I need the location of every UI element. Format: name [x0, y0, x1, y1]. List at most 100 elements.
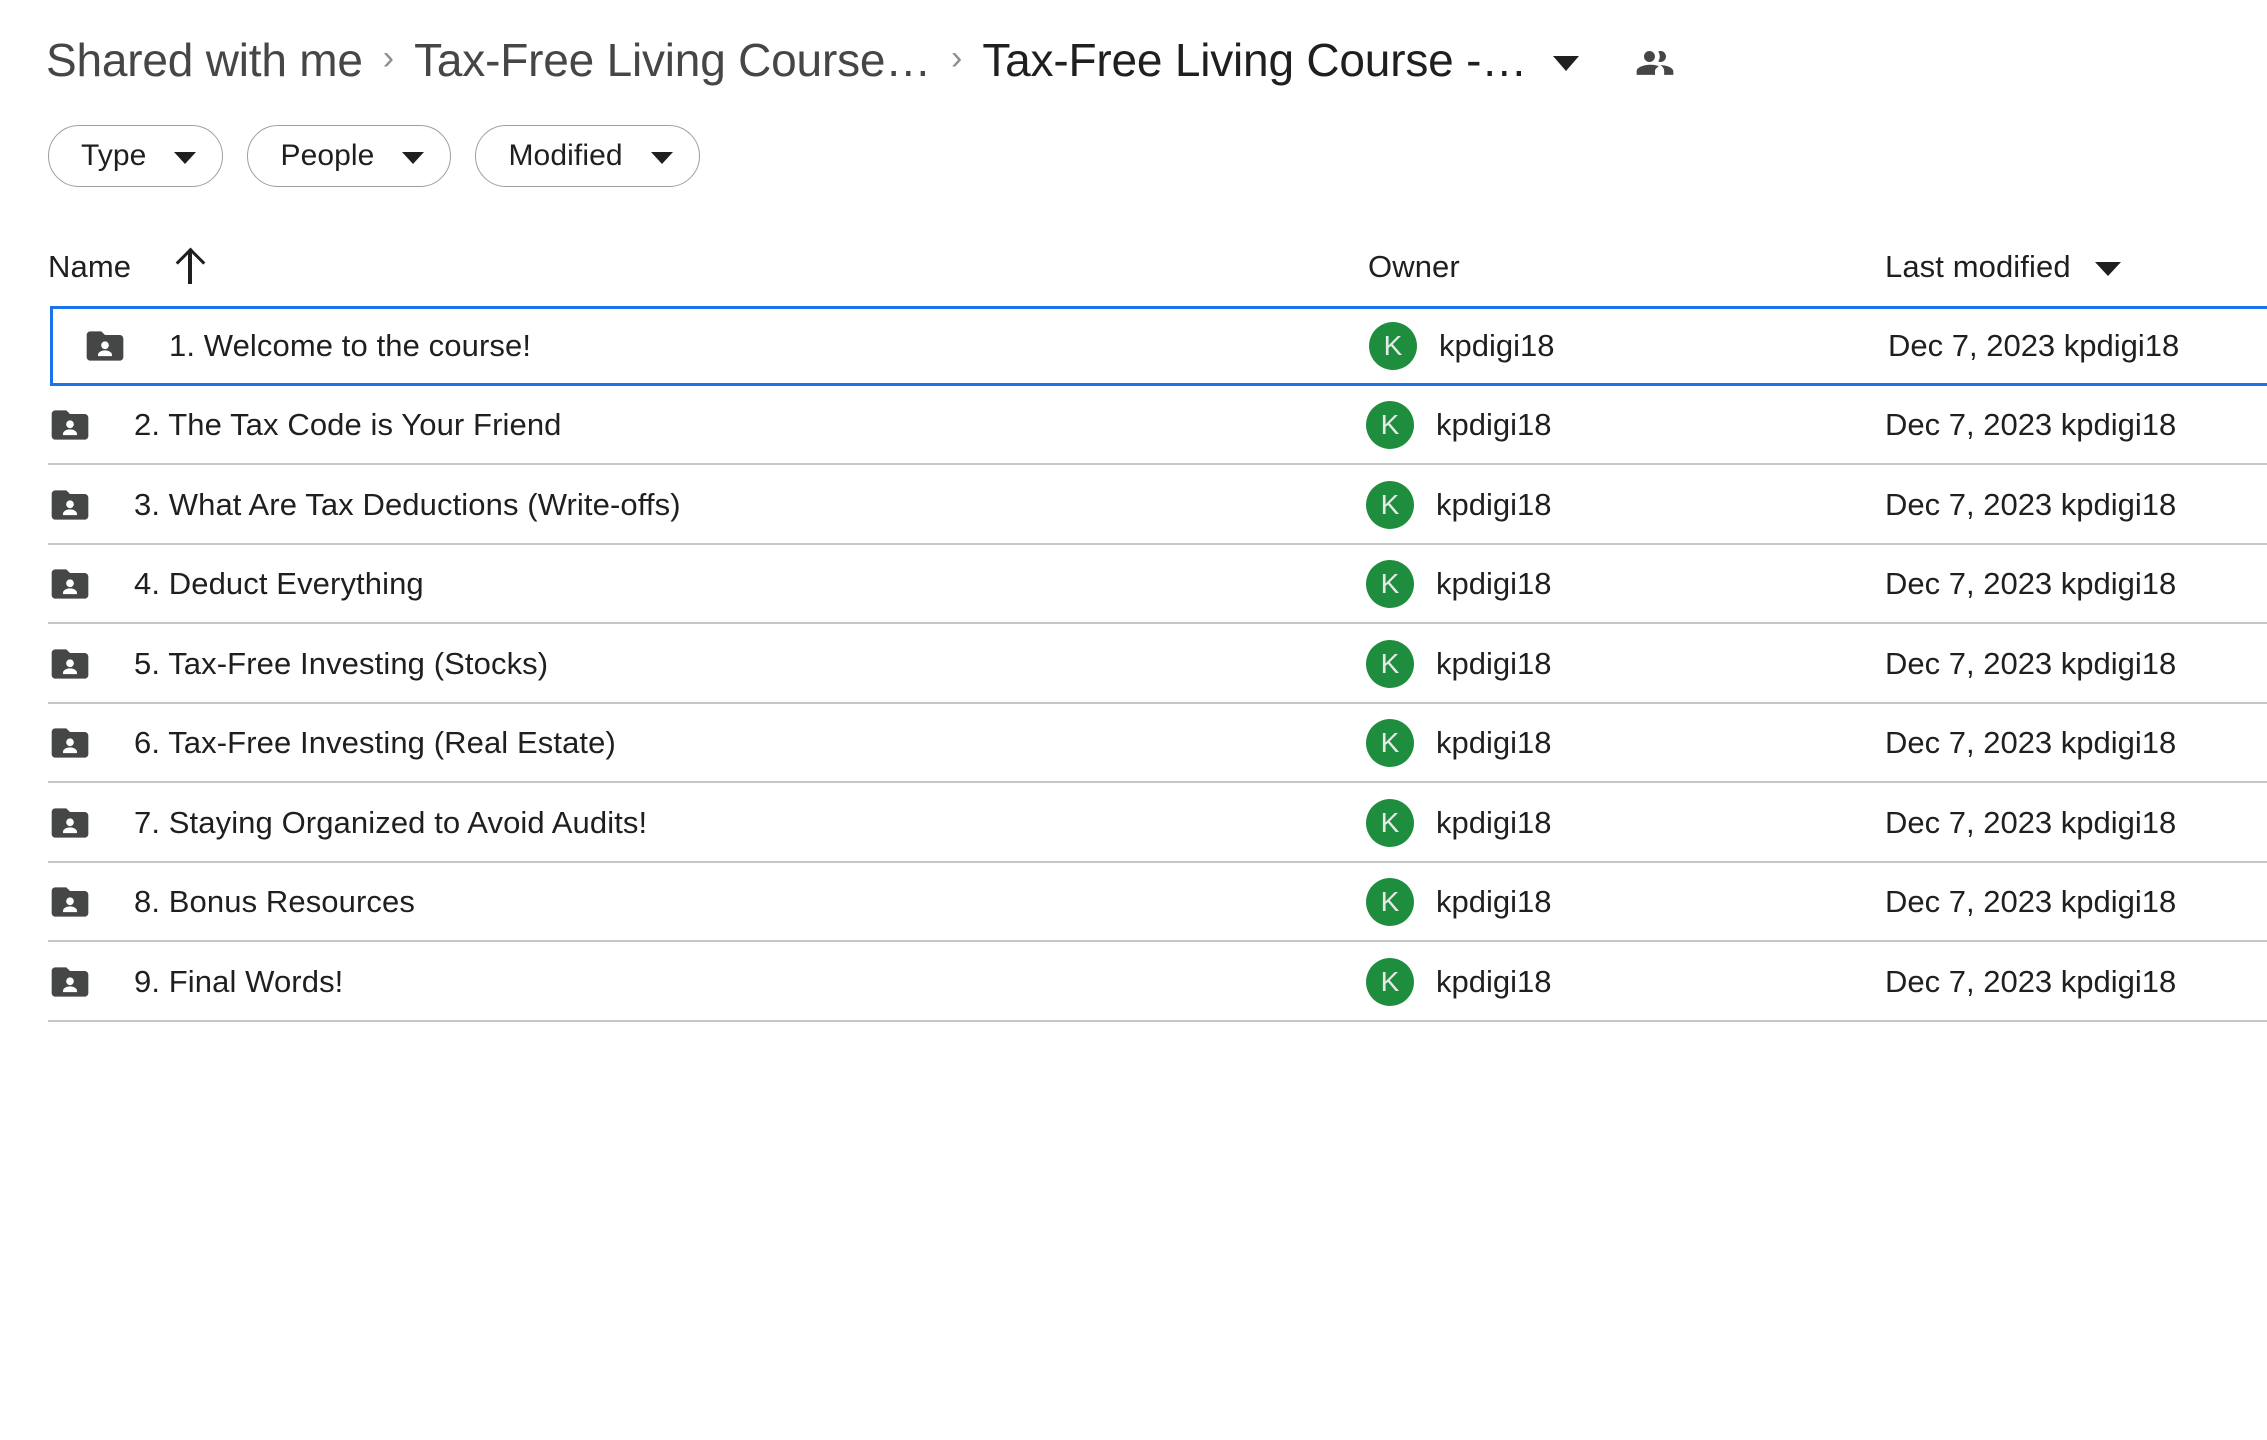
filter-chip-type-label: Type [81, 139, 147, 172]
row-cell-last-modified: Dec 7, 2023 kpdigi18 [1885, 725, 2177, 761]
row-cell-owner: K kpdigi18 [1366, 704, 1551, 784]
breadcrumb-item-current-folder[interactable]: Tax-Free Living Course -… [982, 35, 1527, 86]
row-file-name: 9. Final Words! [134, 963, 344, 999]
row-cell-name: 9. Final Words! [48, 942, 343, 1022]
avatar: K [1366, 957, 1414, 1006]
row-cell-last-modified: Dec 7, 2023 kpdigi18 [1885, 884, 2177, 920]
filter-chip-bar: Type People Modified [0, 110, 2267, 202]
row-owner-name: kpdigi18 [1436, 804, 1552, 840]
shared-folder-icon [86, 331, 124, 361]
column-header-owner[interactable]: Owner [1368, 249, 1460, 285]
breadcrumb-separator: › [382, 38, 395, 77]
file-list-table: Name Owner Last modified 1. Welcome to t… [0, 228, 2267, 1022]
row-cell-name: 4. Deduct Everything [48, 545, 424, 625]
filter-chip-modified[interactable]: Modified [475, 125, 700, 187]
row-cell-owner: K kpdigi18 [1366, 624, 1551, 704]
row-cell-last-modified: Dec 7, 2023 kpdigi18 [1885, 566, 2177, 602]
row-cell-name: 7. Staying Organized to Avoid Audits! [48, 783, 647, 863]
row-owner-name: kpdigi18 [1436, 963, 1552, 999]
row-file-name: 5. Tax-Free Investing (Stocks) [134, 645, 549, 681]
row-cell-last-modified: Dec 7, 2023 kpdigi18 [1885, 645, 2177, 681]
table-row[interactable]: 4. Deduct Everything K kpdigi18 Dec 7, 2… [0, 545, 2267, 625]
column-header-name[interactable]: Name [48, 249, 205, 285]
avatar: K [1366, 401, 1414, 450]
table-row[interactable]: 6. Tax-Free Investing (Real Estate) K kp… [0, 704, 2267, 784]
row-cell-name: 1. Welcome to the course! [83, 309, 531, 383]
row-cell-owner: K kpdigi18 [1366, 465, 1551, 545]
avatar: K [1366, 560, 1414, 609]
filter-chip-people-label: People [280, 139, 375, 172]
row-cell-last-modified: Dec 7, 2023 kpdigi18 [1885, 486, 2177, 522]
row-cell-owner: K kpdigi18 [1366, 386, 1551, 466]
table-row[interactable]: 3. What Are Tax Deductions (Write-offs) … [0, 465, 2267, 545]
table-row[interactable]: 8. Bonus Resources K kpdigi18 Dec 7, 202… [0, 863, 2267, 943]
breadcrumb: Shared with me › Tax-Free Living Course…… [0, 0, 2267, 120]
row-owner-name: kpdigi18 [1436, 884, 1552, 920]
chevron-down-icon[interactable] [1553, 55, 1579, 71]
arrow-up-icon[interactable] [175, 250, 205, 284]
row-cell-last-modified: Dec 7, 2023 kpdigi18 [1885, 963, 2177, 999]
row-cell-name: 8. Bonus Resources [48, 863, 415, 943]
row-cell-last-modified: Dec 7, 2023 kpdigi18 [1888, 327, 2180, 363]
people-shared-icon[interactable] [1631, 38, 1679, 86]
row-cell-owner: K kpdigi18 [1366, 942, 1551, 1022]
file-list-rows: 1. Welcome to the course! K kpdigi18 Dec… [0, 306, 2267, 1022]
row-divider [48, 1019, 2267, 1022]
row-cell-owner: K kpdigi18 [1366, 863, 1551, 943]
shared-folder-icon [51, 490, 89, 520]
row-file-name: 4. Deduct Everything [134, 566, 424, 602]
row-file-name: 7. Staying Organized to Avoid Audits! [134, 804, 648, 840]
column-header-name-label: Name [48, 249, 132, 284]
shared-folder-icon [51, 410, 89, 440]
table-row[interactable]: 2. The Tax Code is Your Friend K kpdigi1… [0, 386, 2267, 466]
triangle-down-icon[interactable] [2094, 262, 2121, 276]
row-file-name: 1. Welcome to the course! [169, 327, 532, 363]
row-owner-name: kpdigi18 [1439, 327, 1555, 363]
row-file-name: 8. Bonus Resources [134, 884, 415, 920]
row-cell-name: 3. What Are Tax Deductions (Write-offs) [48, 465, 681, 545]
row-owner-name: kpdigi18 [1436, 486, 1552, 522]
row-file-name: 2. The Tax Code is Your Friend [134, 407, 562, 443]
row-cell-owner: K kpdigi18 [1366, 783, 1551, 863]
row-cell-name: 2. The Tax Code is Your Friend [48, 386, 562, 466]
row-file-name: 6. Tax-Free Investing (Real Estate) [134, 725, 616, 761]
shared-folder-icon [51, 967, 89, 997]
row-owner-name: kpdigi18 [1436, 725, 1552, 761]
avatar: K [1366, 878, 1414, 927]
table-header-row: Name Owner Last modified [0, 228, 2267, 306]
row-cell-owner: K kpdigi18 [1366, 545, 1551, 625]
breadcrumb-separator: › [951, 38, 963, 77]
table-row[interactable]: 7. Staying Organized to Avoid Audits! K … [0, 783, 2267, 863]
row-owner-name: kpdigi18 [1436, 566, 1552, 602]
column-header-owner-label: Owner [1368, 249, 1460, 284]
drive-file-browser: Shared with me › Tax-Free Living Course…… [0, 0, 2267, 1440]
avatar: K [1366, 480, 1414, 529]
shared-folder-icon [51, 728, 89, 758]
filter-chip-modified-label: Modified [508, 139, 623, 172]
row-cell-name: 5. Tax-Free Investing (Stocks) [48, 624, 548, 704]
avatar: K [1366, 719, 1414, 768]
filter-chip-people[interactable]: People [247, 125, 452, 187]
chevron-down-icon [402, 151, 425, 164]
chevron-down-icon [650, 151, 673, 164]
table-row[interactable]: 1. Welcome to the course! K kpdigi18 Dec… [50, 306, 2267, 386]
row-cell-owner: K kpdigi18 [1369, 309, 1554, 383]
row-cell-name: 6. Tax-Free Investing (Real Estate) [48, 704, 616, 784]
row-owner-name: kpdigi18 [1436, 645, 1552, 681]
breadcrumb-item-shared-with-me[interactable]: Shared with me [46, 35, 363, 86]
avatar: K [1366, 798, 1414, 847]
table-row[interactable]: 9. Final Words! K kpdigi18 Dec 7, 2023 k… [0, 942, 2267, 1022]
avatar: K [1369, 321, 1417, 370]
column-header-last-modified-label: Last modified [1885, 249, 2071, 284]
filter-chip-type[interactable]: Type [48, 125, 224, 187]
column-header-last-modified[interactable]: Last modified [1885, 249, 2121, 285]
shared-folder-icon [51, 808, 89, 838]
row-cell-last-modified: Dec 7, 2023 kpdigi18 [1885, 804, 2177, 840]
shared-folder-icon [51, 649, 89, 679]
row-cell-last-modified: Dec 7, 2023 kpdigi18 [1885, 407, 2177, 443]
table-row[interactable]: 5. Tax-Free Investing (Stocks) K kpdigi1… [0, 624, 2267, 704]
breadcrumb-item-parent-folder[interactable]: Tax-Free Living Course… [414, 35, 931, 86]
row-file-name: 3. What Are Tax Deductions (Write-offs) [134, 486, 681, 522]
avatar: K [1366, 639, 1414, 688]
shared-folder-icon [51, 569, 89, 599]
